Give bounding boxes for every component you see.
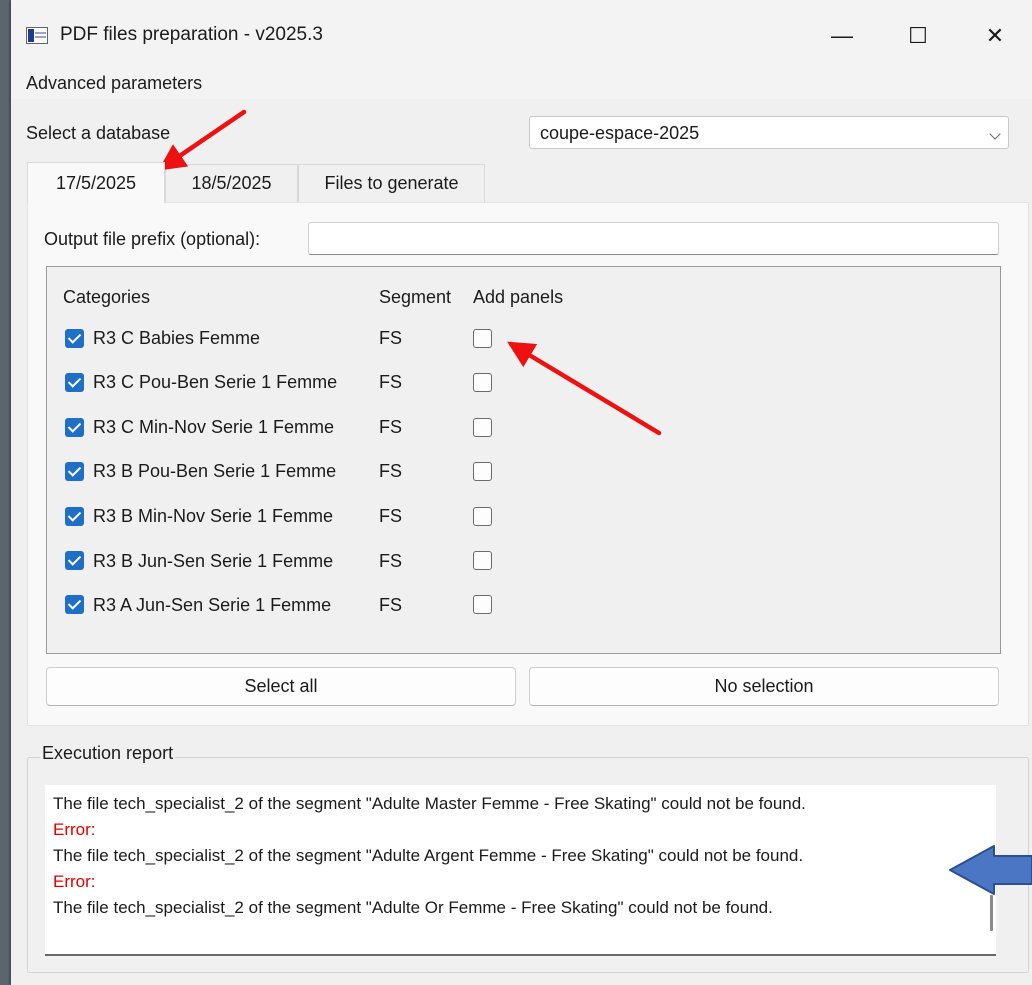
category-checkbox[interactable] — [65, 329, 84, 348]
chevron-down-icon — [989, 128, 1001, 140]
minimize-button[interactable]: — — [819, 14, 865, 58]
category-name: R3 B Min-Nov Serie 1 Femme — [93, 506, 334, 526]
category-checkbox[interactable] — [65, 462, 84, 481]
category-checkbox[interactable] — [65, 373, 84, 392]
add-panels-header: Add panels — [473, 287, 564, 307]
category-checkbox[interactable] — [65, 595, 84, 614]
report-scrollbar[interactable] — [990, 895, 993, 931]
category-name: R3 B Pou-Ben Serie 1 Femme — [93, 461, 337, 481]
execution-report-log[interactable]: The file tech_specialist_2 of the segmen… — [45, 785, 996, 956]
report-line-error: Error: — [53, 820, 96, 839]
database-select[interactable]: coupe-espace-2025 — [529, 116, 1009, 149]
tab-files-to-generate[interactable]: Files to generate — [298, 164, 485, 202]
no-selection-button[interactable]: No selection — [529, 667, 999, 706]
tab-18-5-2025[interactable]: 18/5/2025 — [165, 164, 298, 202]
close-button[interactable]: ✕ — [972, 14, 1018, 58]
add-panels-checkbox[interactable] — [473, 551, 492, 570]
add-panels-checkbox[interactable] — [473, 507, 492, 526]
select-all-button[interactable]: Select all — [46, 667, 516, 706]
category-name: R3 C Babies Femme — [93, 328, 261, 348]
prefix-input[interactable] — [308, 222, 999, 255]
prefix-label: Output file prefix (optional): — [44, 229, 261, 249]
tab-17-5-2025[interactable]: 17/5/2025 — [27, 162, 165, 203]
segment-header: Segment — [379, 287, 452, 307]
category-name: R3 B Jun-Sen Serie 1 Femme — [93, 551, 334, 571]
report-line: The file tech_specialist_2 of the segmen… — [53, 898, 773, 917]
app-window: PDF files preparation - v2025.3 — ☐ ✕ Ad… — [11, 0, 1032, 985]
category-checkbox[interactable] — [65, 551, 84, 570]
add-panels-checkbox[interactable] — [473, 595, 492, 614]
category-segment: FS — [379, 461, 403, 481]
add-panels-checkbox[interactable] — [473, 373, 492, 392]
report-line: The file tech_specialist_2 of the segmen… — [53, 846, 804, 865]
category-segment: FS — [379, 506, 403, 526]
category-checkbox[interactable] — [65, 507, 84, 526]
category-segment: FS — [379, 551, 403, 571]
category-segment: FS — [379, 595, 403, 615]
category-name: R3 A Jun-Sen Serie 1 Femme — [93, 595, 332, 615]
category-checkbox[interactable] — [65, 418, 84, 437]
app-icon — [26, 27, 48, 44]
report-line-error: Error: — [53, 872, 96, 891]
category-segment: FS — [379, 372, 403, 392]
add-panels-checkbox[interactable] — [473, 418, 492, 437]
database-label: Select a database — [26, 123, 171, 143]
category-name: R3 C Pou-Ben Serie 1 Femme — [93, 372, 338, 392]
category-name: R3 C Min-Nov Serie 1 Femme — [93, 417, 335, 437]
window-title: PDF files preparation - v2025.3 — [60, 24, 323, 45]
database-select-value: coupe-espace-2025 — [540, 123, 700, 143]
add-panels-checkbox[interactable] — [473, 462, 492, 481]
maximize-button[interactable]: ☐ — [895, 14, 941, 58]
execution-report-title: Execution report — [40, 743, 176, 764]
categories-header: Categories — [63, 287, 151, 307]
menu-advanced-parameters[interactable]: Advanced parameters — [26, 73, 202, 94]
report-line: The file tech_specialist_2 of the segmen… — [53, 794, 806, 813]
category-segment: FS — [379, 417, 403, 437]
add-panels-checkbox[interactable] — [473, 329, 492, 348]
title-bar[interactable]: PDF files preparation - v2025.3 — ☐ ✕ — [11, 0, 1032, 68]
category-segment: FS — [379, 328, 403, 348]
menu-bar: Advanced parameters — [11, 68, 1032, 99]
